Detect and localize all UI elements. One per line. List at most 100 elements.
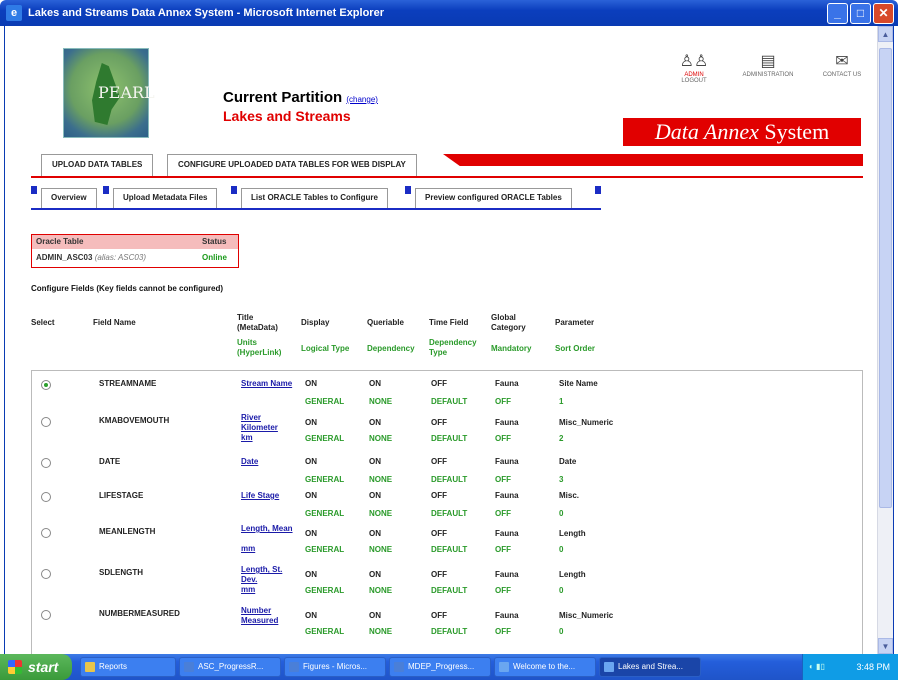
field-dependency-type-value[interactable]: DEFAULT — [431, 475, 467, 484]
field-logical-type-value[interactable]: GENERAL — [305, 509, 344, 518]
field-sort-order-value[interactable]: 3 — [559, 475, 563, 484]
taskbar-item-mdep-progress[interactable]: MDEP_Progress... — [389, 657, 491, 677]
start-button[interactable]: start — [0, 654, 72, 680]
field-mandatory-value[interactable]: OFF — [495, 627, 511, 636]
field-display-value[interactable]: ON — [305, 379, 317, 388]
field-logical-type-value[interactable]: GENERAL — [305, 627, 344, 636]
field-category-value[interactable]: Fauna — [495, 529, 519, 538]
field-queriable-value[interactable]: ON — [369, 611, 381, 620]
field-category-value[interactable]: Fauna — [495, 491, 519, 500]
field-dependency-value[interactable]: NONE — [369, 545, 392, 554]
taskbar-item-lakes-and-streams[interactable]: Lakes and Strea... — [599, 657, 701, 677]
administration-link[interactable]: ▤ ADMINISTRATION — [739, 52, 797, 84]
contact-us-link[interactable]: ✉ CONTACT US — [813, 52, 871, 84]
field-select-radio[interactable] — [41, 417, 51, 427]
field-mandatory-value[interactable]: OFF — [495, 509, 511, 518]
field-mandatory-value[interactable]: OFF — [495, 545, 511, 554]
field-dependency-type-value[interactable]: DEFAULT — [431, 509, 467, 518]
field-dependency-type-value[interactable]: DEFAULT — [431, 545, 467, 554]
field-title-link[interactable]: Stream Name — [241, 379, 299, 389]
field-title-link[interactable]: River Kilometer — [241, 413, 299, 433]
minimize-button[interactable]: _ — [827, 3, 848, 24]
field-logical-type-value[interactable]: GENERAL — [305, 397, 344, 406]
field-select-radio[interactable] — [41, 610, 51, 620]
field-title-link[interactable]: Life Stage — [241, 491, 299, 501]
admin-logout-link[interactable]: ♙♙ ADMIN LOGOUT — [665, 52, 723, 84]
field-queriable-value[interactable]: ON — [369, 457, 381, 466]
field-parameter-value[interactable]: Length — [559, 570, 586, 579]
window-title-bar[interactable]: e Lakes and Streams Data Annex System - … — [0, 0, 898, 26]
field-category-value[interactable]: Fauna — [495, 570, 519, 579]
scroll-up-arrow-icon[interactable]: ▲ — [878, 26, 893, 42]
field-category-value[interactable]: Fauna — [495, 611, 519, 620]
field-title-link[interactable]: Date — [241, 457, 299, 467]
field-select-radio[interactable] — [41, 528, 51, 538]
field-sort-order-value[interactable]: 1 — [559, 397, 563, 406]
field-dependency-value[interactable]: NONE — [369, 586, 392, 595]
field-queriable-value[interactable]: ON — [369, 570, 381, 579]
field-title-link[interactable]: Length, St. Dev. — [241, 565, 299, 585]
field-mandatory-value[interactable]: OFF — [495, 586, 511, 595]
close-button[interactable]: ✕ — [873, 3, 894, 24]
field-dependency-type-value[interactable]: DEFAULT — [431, 434, 467, 443]
field-parameter-value[interactable]: Misc_Numeric — [559, 418, 613, 427]
vertical-scrollbar[interactable]: ▲ ▼ — [877, 26, 893, 654]
field-display-value[interactable]: ON — [305, 418, 317, 427]
field-queriable-value[interactable]: ON — [369, 418, 381, 427]
maximize-button[interactable]: □ — [850, 3, 871, 24]
field-queriable-value[interactable]: ON — [369, 379, 381, 388]
change-partition-link[interactable]: (change) — [346, 95, 378, 104]
field-units-link[interactable]: mm — [241, 544, 299, 554]
field-time-value[interactable]: OFF — [431, 418, 447, 427]
field-select-radio[interactable] — [41, 380, 51, 390]
field-select-radio[interactable] — [41, 458, 51, 468]
field-mandatory-value[interactable]: OFF — [495, 397, 511, 406]
tab-upload-data-tables[interactable]: UPLOAD DATA TABLES — [41, 154, 154, 176]
field-parameter-value[interactable]: Date — [559, 457, 576, 466]
field-sort-order-value[interactable]: 2 — [559, 434, 563, 443]
taskbar-item-asc-progress[interactable]: ASC_ProgressR... — [179, 657, 281, 677]
pearl-logo[interactable]: PEARL — [63, 48, 155, 138]
field-units-link[interactable]: km — [241, 433, 299, 443]
field-logical-type-value[interactable]: GENERAL — [305, 586, 344, 595]
field-category-value[interactable]: Fauna — [495, 457, 519, 466]
field-dependency-value[interactable]: NONE — [369, 434, 392, 443]
field-dependency-value[interactable]: NONE — [369, 509, 392, 518]
field-time-value[interactable]: OFF — [431, 457, 447, 466]
field-select-radio[interactable] — [41, 492, 51, 502]
field-time-value[interactable]: OFF — [431, 379, 447, 388]
tray-icons[interactable]: ◐ ▮▯ — [809, 662, 839, 672]
field-category-value[interactable]: Fauna — [495, 379, 519, 388]
tab-upload-metadata-files[interactable]: Upload Metadata Files — [113, 188, 218, 208]
field-time-value[interactable]: OFF — [431, 570, 447, 579]
field-display-value[interactable]: ON — [305, 611, 317, 620]
field-display-value[interactable]: ON — [305, 457, 317, 466]
field-dependency-type-value[interactable]: DEFAULT — [431, 627, 467, 636]
field-category-value[interactable]: Fauna — [495, 418, 519, 427]
tab-overview[interactable]: Overview — [41, 188, 97, 208]
field-time-value[interactable]: OFF — [431, 491, 447, 500]
field-title-link[interactable]: Length, Mean — [241, 524, 299, 534]
field-mandatory-value[interactable]: OFF — [495, 475, 511, 484]
field-dependency-value[interactable]: NONE — [369, 397, 392, 406]
taskbar-item-figures[interactable]: Figures - Micros... — [284, 657, 386, 677]
field-select-radio[interactable] — [41, 569, 51, 579]
field-parameter-value[interactable]: Misc. — [559, 491, 579, 500]
field-parameter-value[interactable]: Misc_Numeric — [559, 611, 613, 620]
taskbar-item-reports[interactable]: Reports — [80, 657, 176, 677]
field-logical-type-value[interactable]: GENERAL — [305, 475, 344, 484]
field-sort-order-value[interactable]: 0 — [559, 545, 563, 554]
field-dependency-type-value[interactable]: DEFAULT — [431, 586, 467, 595]
field-sort-order-value[interactable]: 0 — [559, 627, 563, 636]
field-queriable-value[interactable]: ON — [369, 491, 381, 500]
field-logical-type-value[interactable]: GENERAL — [305, 434, 344, 443]
field-sort-order-value[interactable]: 0 — [559, 586, 563, 595]
field-display-value[interactable]: ON — [305, 570, 317, 579]
field-dependency-type-value[interactable]: DEFAULT — [431, 397, 467, 406]
field-display-value[interactable]: ON — [305, 529, 317, 538]
field-mandatory-value[interactable]: OFF — [495, 434, 511, 443]
field-dependency-value[interactable]: NONE — [369, 475, 392, 484]
field-dependency-value[interactable]: NONE — [369, 627, 392, 636]
tab-list-oracle-tables[interactable]: List ORACLE Tables to Configure — [241, 188, 388, 208]
field-parameter-value[interactable]: Site Name — [559, 379, 598, 388]
